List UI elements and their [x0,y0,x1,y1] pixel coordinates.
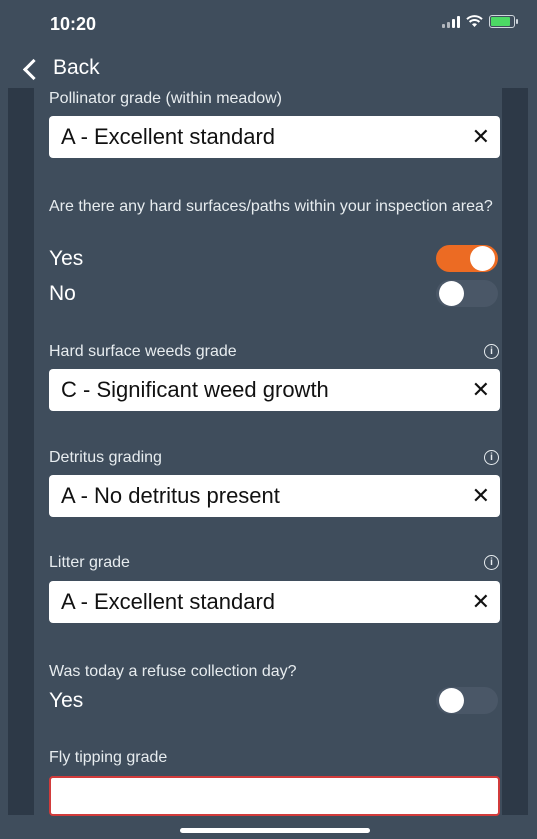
info-icon[interactable]: i [484,344,499,359]
litter-grade-label: Litter grade [49,554,130,571]
litter-grade-value: A - Excellent standard [61,589,276,614]
home-indicator[interactable] [180,828,370,833]
wifi-icon [466,15,483,27]
left-gutter [8,88,34,815]
hard-surface-weeds-value: C - Significant weed growth [61,377,329,402]
info-icon[interactable]: i [484,450,499,465]
clear-icon[interactable]: ✕ [472,581,490,623]
hard-surfaces-yes-toggle[interactable] [436,245,498,272]
hard-surfaces-question: Are there any hard surfaces/paths within… [49,198,493,215]
hard-surfaces-yes-label: Yes [49,247,84,270]
signal-icon [442,15,460,28]
status-bar: 10:20 [0,0,537,44]
back-button[interactable]: Back [22,56,100,80]
clear-icon[interactable]: ✕ [472,116,490,158]
pollinator-grade-select[interactable]: A - Excellent standard ✕ [49,116,500,158]
refuse-collection-toggle[interactable] [436,687,498,714]
detritus-grading-value: A - No detritus present [61,483,280,508]
info-icon[interactable]: i [484,555,499,570]
pollinator-grade-value: A - Excellent standard [61,124,276,149]
hard-surface-weeds-select[interactable]: C - Significant weed growth ✕ [49,369,500,411]
litter-grade-select[interactable]: A - Excellent standard ✕ [49,581,500,623]
hard-surfaces-no-label: No [49,282,76,305]
pollinator-grade-label: Pollinator grade (within meadow) [49,90,282,107]
chevron-left-icon [22,58,45,80]
detritus-grading-label: Detritus grading [49,449,162,466]
detritus-grading-select[interactable]: A - No detritus present ✕ [49,475,500,517]
status-icons [442,15,518,28]
clear-icon[interactable]: ✕ [472,369,490,411]
clear-icon[interactable]: ✕ [472,475,490,517]
back-label: Back [53,56,100,79]
hard-surfaces-no-toggle[interactable] [436,280,498,307]
fly-tipping-grade-select[interactable] [49,776,500,816]
hard-surface-weeds-label: Hard surface weeds grade [49,343,237,360]
right-gutter [502,88,528,815]
status-time: 10:20 [50,14,97,34]
nav-bar: Back [0,48,537,88]
refuse-collection-question: Was today a refuse collection day? [49,663,297,680]
fly-tipping-grade-label: Fly tipping grade [49,749,168,766]
refuse-collection-yes-label: Yes [49,689,84,712]
battery-icon [489,15,518,28]
